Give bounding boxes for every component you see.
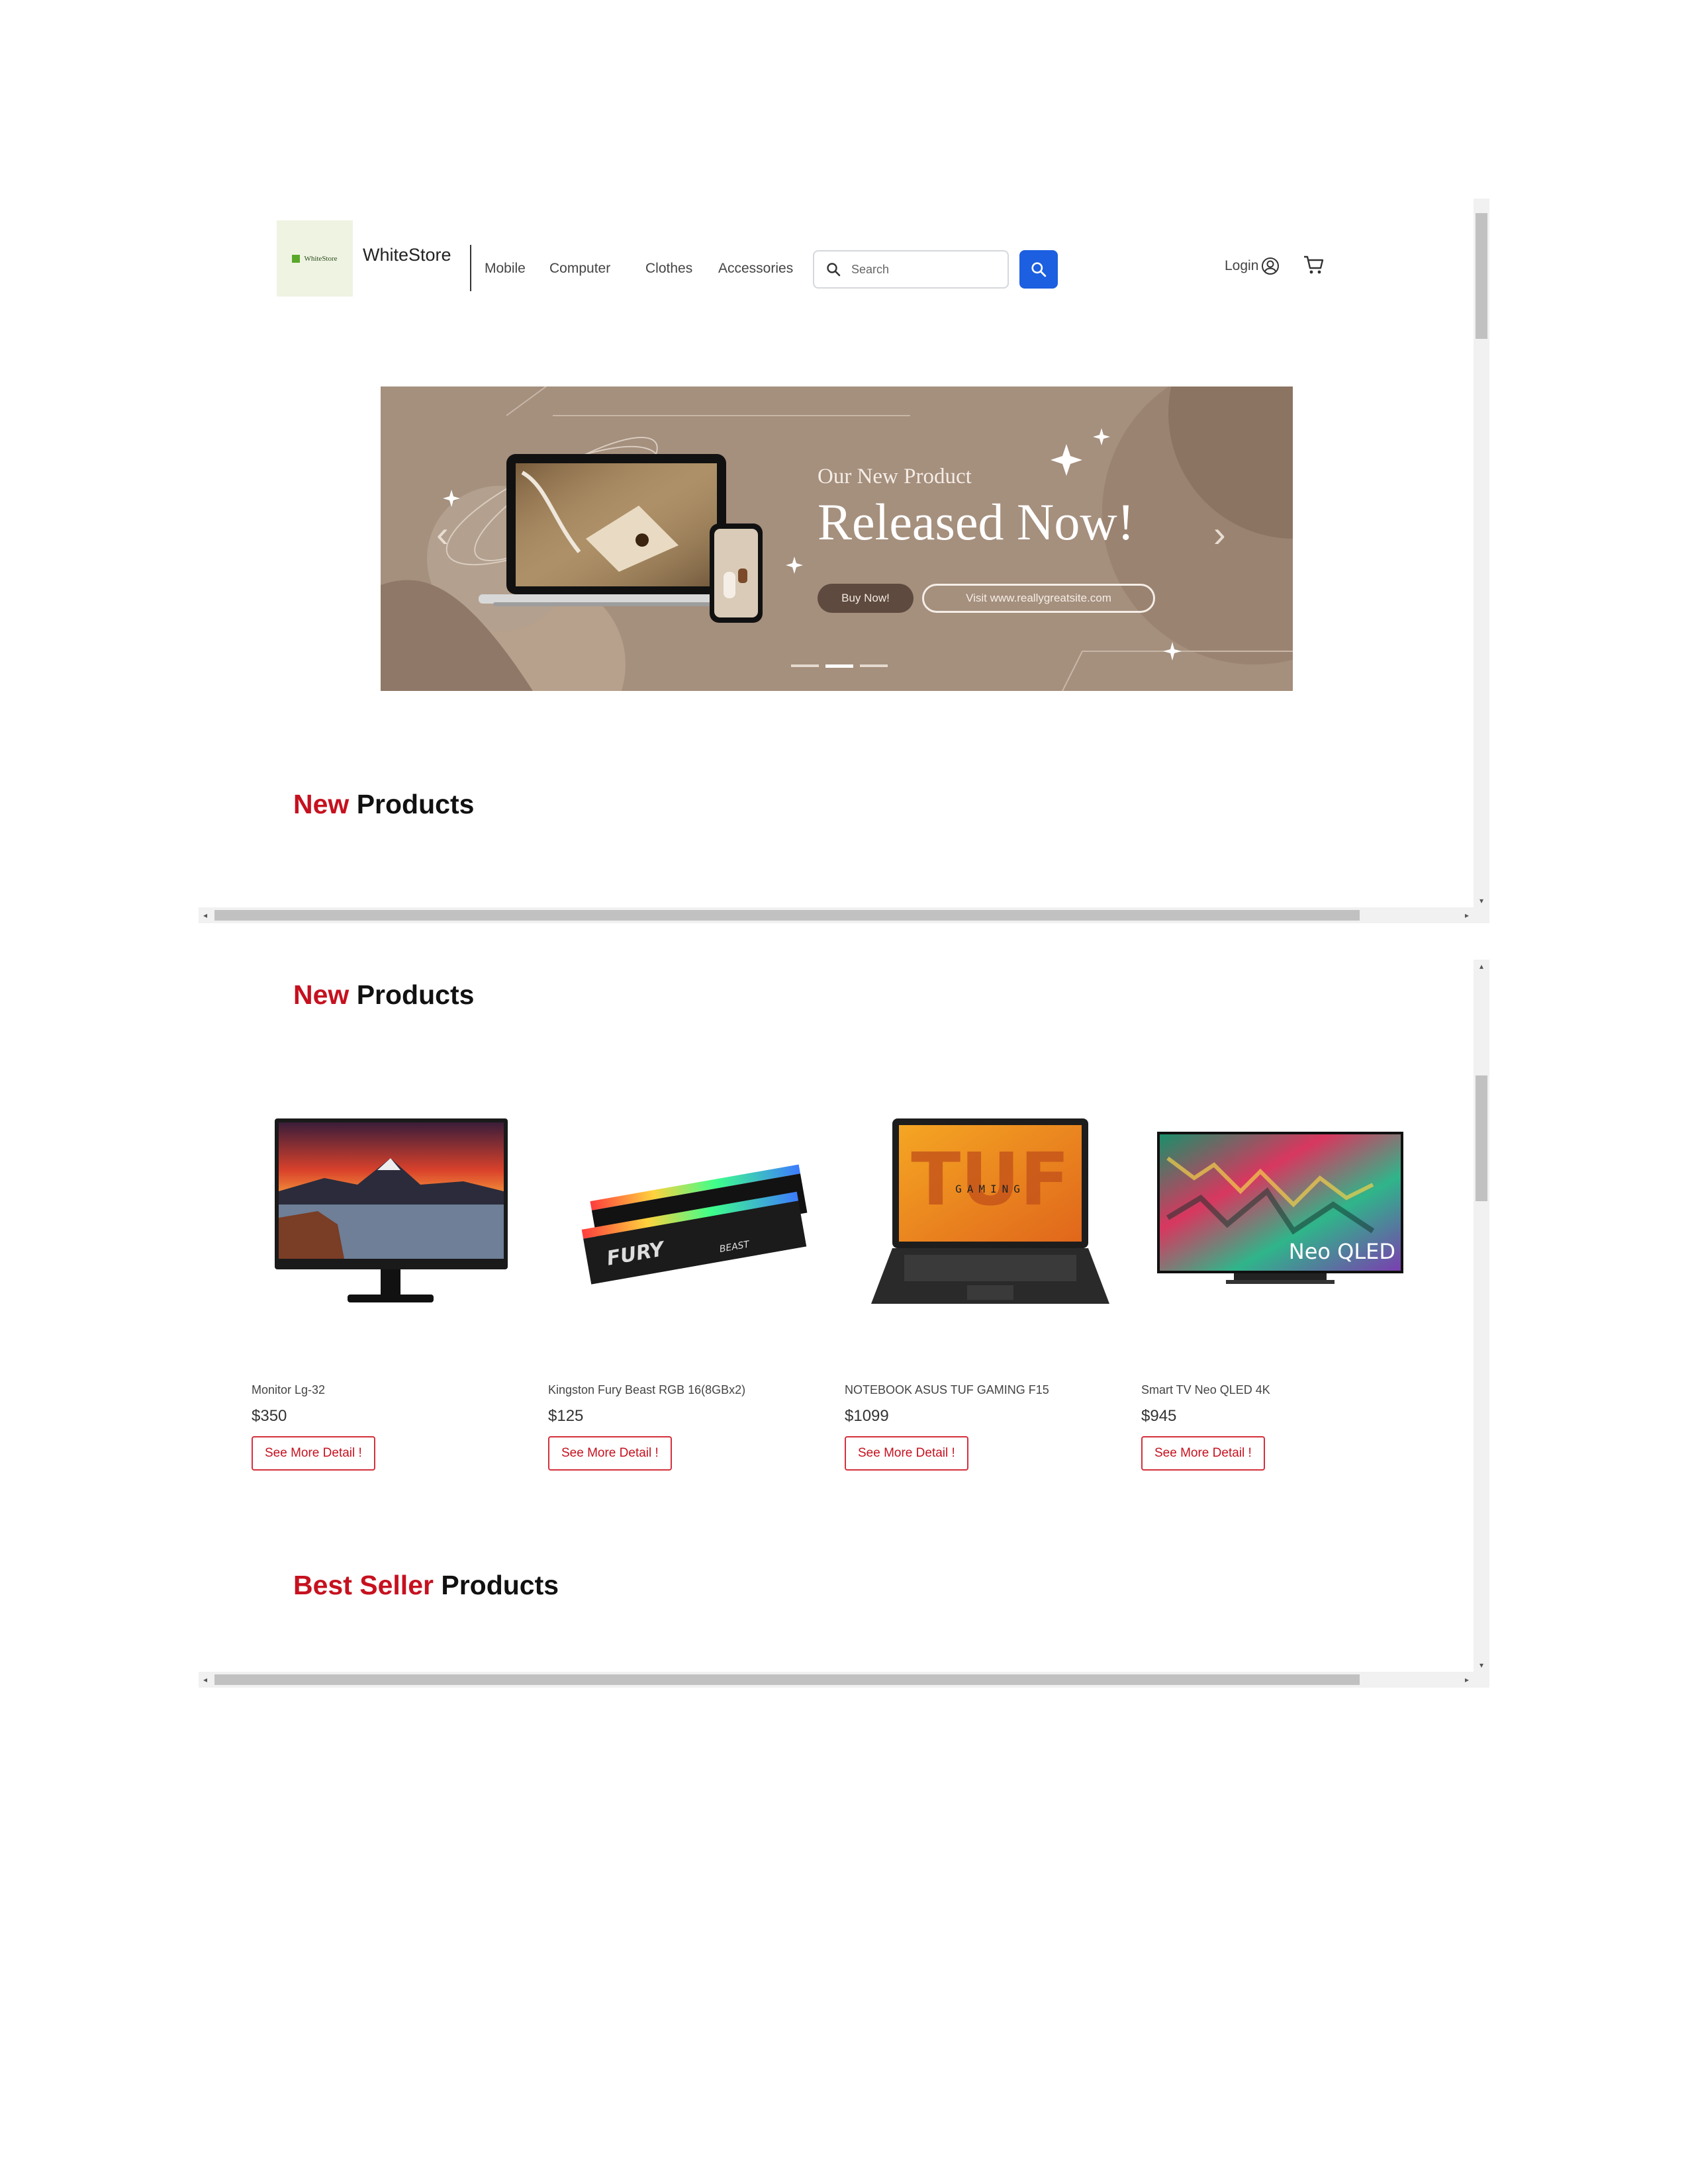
scroll-right-icon[interactable]: ▸ bbox=[1460, 907, 1474, 923]
new-products-heading: New Products bbox=[293, 979, 475, 1010]
tuf-sub-text: GAMING bbox=[955, 1183, 1025, 1195]
scroll-down-icon[interactable]: ▾ bbox=[1474, 894, 1489, 907]
product-name[interactable]: Kingston Fury Beast RGB 16(8GBx2) bbox=[548, 1383, 745, 1397]
horizontal-scroll-thumb[interactable] bbox=[214, 1674, 1360, 1685]
product-price: $125 bbox=[548, 1407, 584, 1425]
buy-now-button[interactable]: Buy Now! bbox=[818, 584, 914, 613]
best-seller-heading: Best Seller Products bbox=[293, 1570, 559, 1600]
user-icon bbox=[1262, 257, 1280, 275]
product-name[interactable]: Monitor Lg-32 bbox=[252, 1383, 325, 1397]
search-icon bbox=[1031, 262, 1047, 277]
nav-link-accessories[interactable]: Accessories bbox=[718, 261, 793, 277]
nav-link-clothes[interactable]: Clothes bbox=[645, 261, 692, 277]
search-field bbox=[813, 250, 1009, 289]
scroll-down-icon[interactable]: ▾ bbox=[1474, 1659, 1489, 1672]
product-price: $350 bbox=[252, 1407, 287, 1425]
product-card: Neo QLED Smart TV Neo QLED 4K $945 See M… bbox=[1141, 1105, 1419, 1471]
product-card: FURY BEAST Kingston Fury Beast RGB 16(8G… bbox=[548, 1105, 826, 1471]
carousel-indicator-active[interactable] bbox=[825, 664, 853, 668]
product-image-monitor[interactable] bbox=[252, 1105, 530, 1330]
cart-icon bbox=[1304, 255, 1324, 274]
horizontal-scrollbar[interactable]: ◂ ▸ bbox=[199, 1672, 1489, 1688]
carousel-prev-icon[interactable]: ‹ bbox=[436, 516, 449, 553]
page-screenshot-top: WhiteStore WhiteStore Mobile Computer Cl… bbox=[199, 199, 1489, 923]
scroll-left-icon[interactable]: ◂ bbox=[199, 1672, 212, 1688]
scroll-up-icon[interactable]: ▴ bbox=[1474, 960, 1489, 973]
visit-site-button[interactable]: Visit www.reallygreatsite.com bbox=[922, 584, 1155, 613]
search-input[interactable] bbox=[850, 261, 985, 277]
product-card: TUF GAMING NOTEBOOK ASUS TUF GAMING F15 … bbox=[845, 1105, 1123, 1471]
tuf-logo-text: TUF bbox=[911, 1137, 1070, 1222]
product-name[interactable]: NOTEBOOK ASUS TUF GAMING F15 bbox=[845, 1383, 1049, 1397]
see-more-detail-button[interactable]: See More Detail ! bbox=[1141, 1436, 1265, 1471]
page-screenshot-products: New Products Monitor Lg-32 $350 See More… bbox=[199, 960, 1489, 1688]
carousel-indicators bbox=[791, 664, 888, 668]
tv-label-text: Neo QLED bbox=[1289, 1239, 1395, 1264]
vertical-scroll-thumb[interactable] bbox=[1476, 213, 1487, 339]
search-icon bbox=[827, 263, 841, 277]
see-more-detail-button[interactable]: See More Detail ! bbox=[845, 1436, 968, 1471]
logo-mark-icon bbox=[292, 254, 301, 263]
product-price: $945 bbox=[1141, 1407, 1177, 1425]
carousel-indicator[interactable] bbox=[791, 664, 819, 667]
scroll-left-icon[interactable]: ◂ bbox=[199, 907, 212, 923]
see-more-detail-button[interactable]: See More Detail ! bbox=[252, 1436, 375, 1471]
logo-text: WhiteStore bbox=[304, 254, 338, 263]
new-products-heading: New Products bbox=[293, 789, 475, 819]
scroll-right-icon[interactable]: ▸ bbox=[1460, 1672, 1474, 1688]
product-image-tv[interactable]: Neo QLED bbox=[1141, 1105, 1419, 1330]
product-name[interactable]: Smart TV Neo QLED 4K bbox=[1141, 1383, 1270, 1397]
search-button[interactable] bbox=[1019, 250, 1058, 289]
horizontal-scroll-thumb[interactable] bbox=[214, 910, 1360, 921]
product-image-laptop[interactable]: TUF GAMING bbox=[845, 1105, 1123, 1330]
hero-banner-carousel[interactable]: ‹ › Our New Product Released Now! Buy No… bbox=[381, 387, 1293, 691]
brand-name[interactable]: WhiteStore bbox=[363, 245, 451, 265]
nav-link-computer[interactable]: Computer bbox=[549, 261, 610, 277]
vertical-scrollbar[interactable]: ▴ ▾ bbox=[1474, 960, 1489, 1672]
store-logo[interactable]: WhiteStore bbox=[277, 220, 353, 296]
cart-button[interactable] bbox=[1303, 254, 1325, 279]
nav-link-mobile[interactable]: Mobile bbox=[485, 261, 526, 277]
carousel-indicator[interactable] bbox=[860, 664, 888, 667]
see-more-detail-button[interactable]: See More Detail ! bbox=[548, 1436, 672, 1471]
banner-subtitle: Our New Product bbox=[818, 465, 972, 488]
product-card: Monitor Lg-32 $350 See More Detail ! bbox=[252, 1105, 530, 1471]
banner-title: Released Now! bbox=[818, 493, 1135, 551]
horizontal-scrollbar[interactable]: ◂ ▸ bbox=[199, 907, 1489, 923]
login-button[interactable]: Login bbox=[1225, 257, 1280, 275]
nav-divider bbox=[470, 245, 471, 291]
product-price: $1099 bbox=[845, 1407, 889, 1425]
product-image-ram[interactable]: FURY BEAST bbox=[548, 1105, 826, 1330]
vertical-scroll-thumb[interactable] bbox=[1476, 1075, 1487, 1201]
carousel-next-icon[interactable]: › bbox=[1213, 516, 1226, 553]
vertical-scrollbar[interactable]: ▾ bbox=[1474, 199, 1489, 907]
login-label: Login bbox=[1225, 258, 1259, 273]
